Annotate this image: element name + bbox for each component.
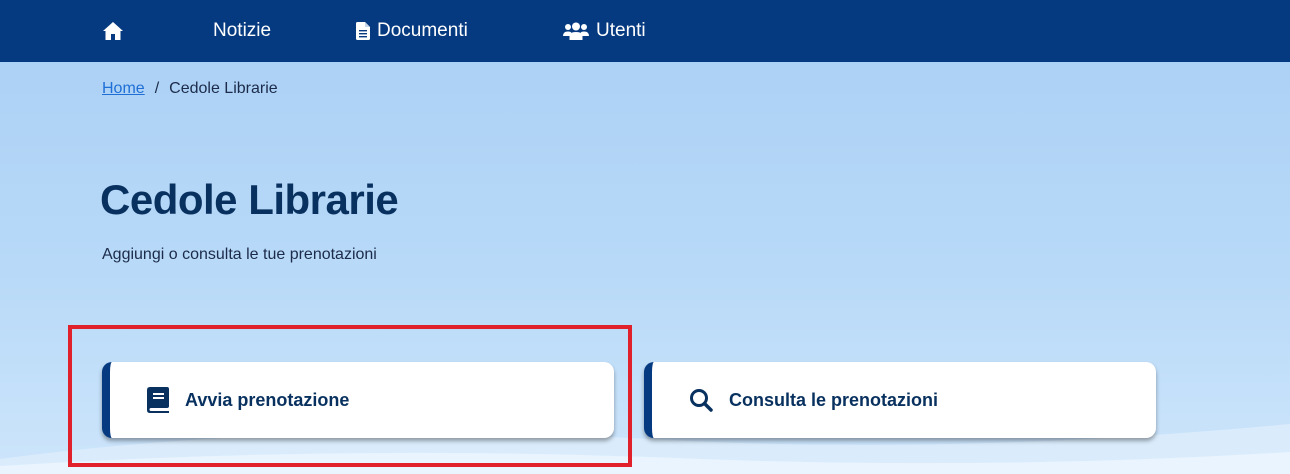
start-booking-button[interactable]: Avvia prenotazione xyxy=(102,362,614,438)
nav-utenti[interactable]: Utenti xyxy=(563,0,646,62)
nav-utenti-label: Utenti xyxy=(596,20,646,41)
nav-documenti[interactable]: Documenti xyxy=(356,0,468,62)
breadcrumb-separator: / xyxy=(154,80,160,97)
page-title: Cedole Librarie xyxy=(100,176,399,223)
nav-documenti-label: Documenti xyxy=(377,20,468,41)
view-bookings-label: Consulta le prenotazioni xyxy=(729,389,939,410)
nav-home[interactable] xyxy=(102,0,131,62)
breadcrumb-home-link[interactable]: Home xyxy=(102,80,145,98)
breadcrumb-current: Cedole Librarie xyxy=(169,80,278,97)
nav-notizie-label: Notizie xyxy=(213,20,272,41)
start-booking-label: Avvia prenotazione xyxy=(185,389,350,410)
top-navbar: Notizie Documenti Utenti xyxy=(0,0,1290,62)
view-bookings-button[interactable]: Consulta le prenotazioni xyxy=(644,362,1156,438)
search-icon xyxy=(689,388,713,412)
book-icon xyxy=(147,387,169,413)
home-icon xyxy=(102,21,124,41)
document-icon xyxy=(356,22,370,40)
breadcrumb: Home / Cedole Librarie xyxy=(102,80,278,98)
users-icon xyxy=(563,22,589,40)
nav-notizie[interactable]: Notizie xyxy=(213,0,271,62)
page-subtitle: Aggiungi o consulta le tue prenotazioni xyxy=(102,246,377,263)
